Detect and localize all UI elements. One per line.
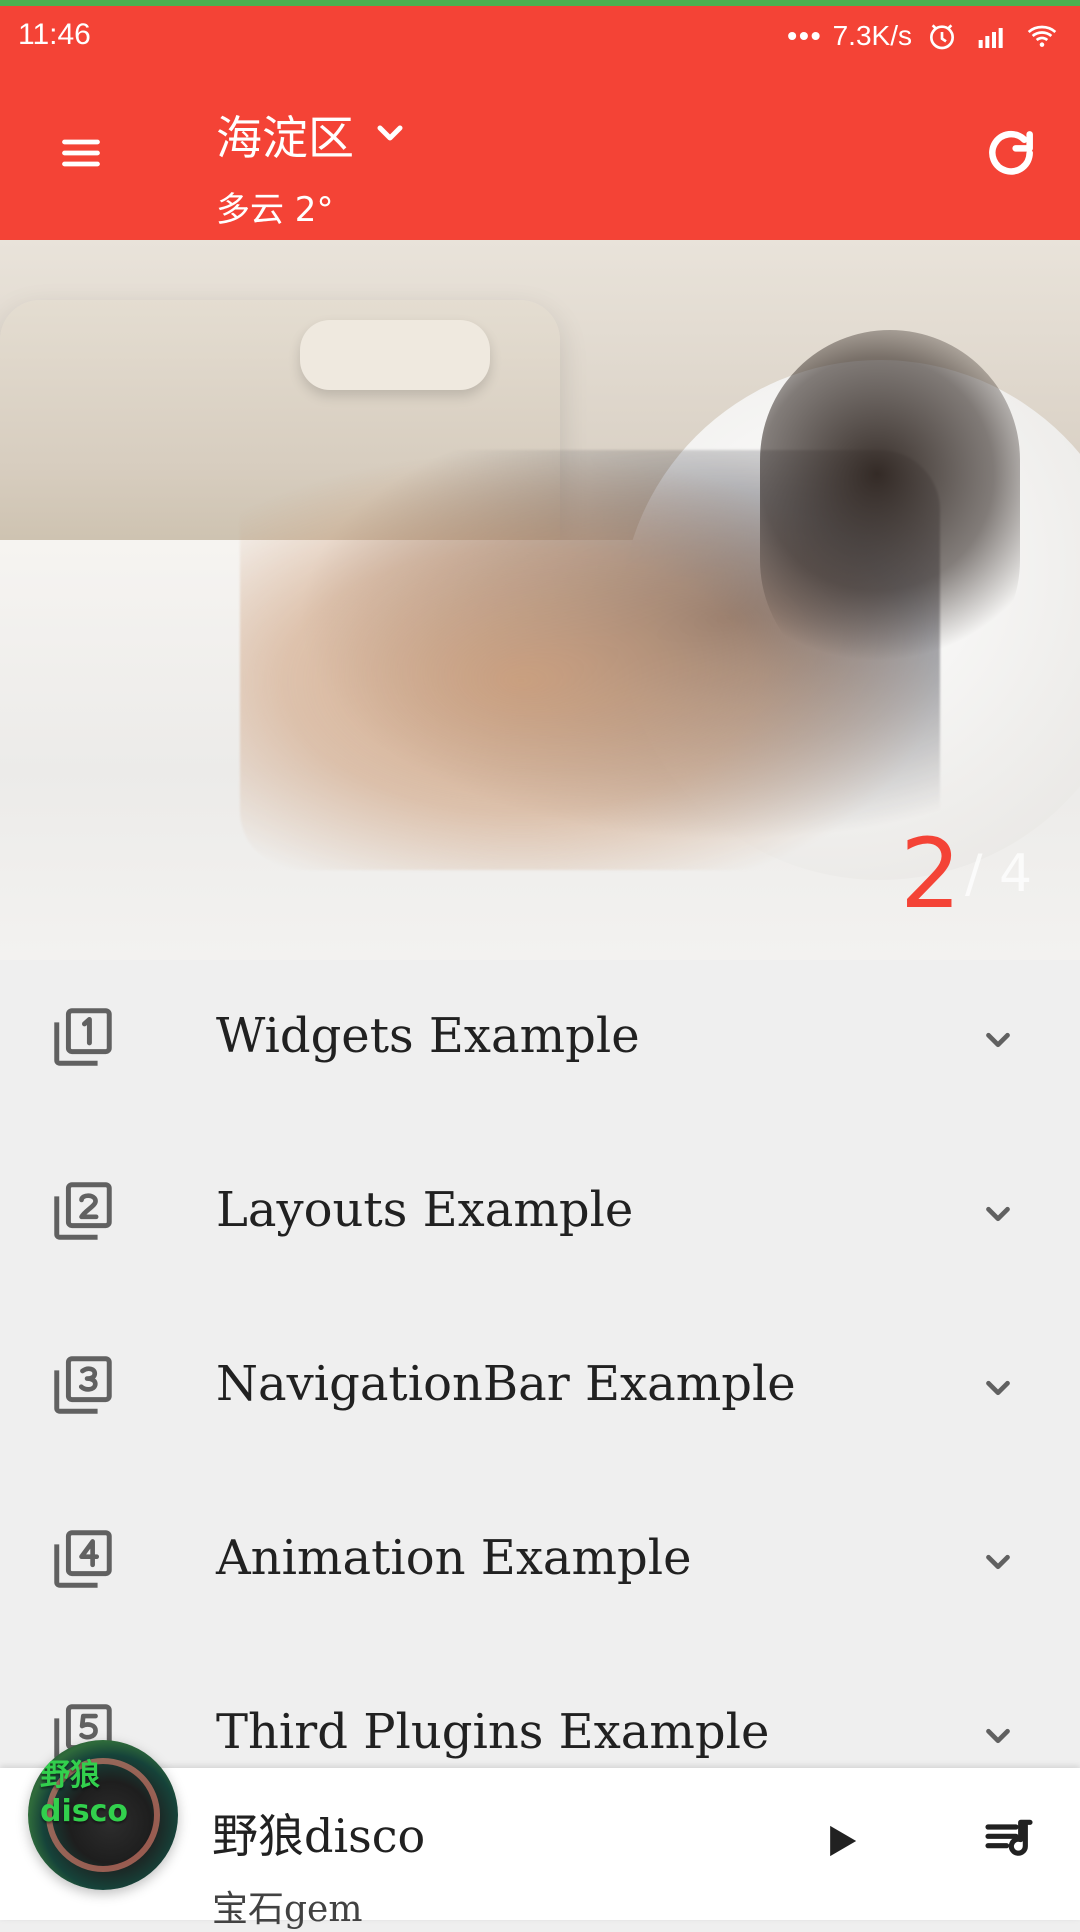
list-item-navigationbar[interactable]: NavigationBar Example bbox=[0, 1308, 1080, 1482]
list-item-layouts[interactable]: Layouts Example bbox=[0, 1134, 1080, 1308]
chevron-down-icon[interactable] bbox=[978, 1368, 1018, 1408]
play-button[interactable] bbox=[810, 1812, 872, 1874]
list-item-widgets[interactable]: Widgets Example bbox=[0, 960, 1080, 1134]
album-art-text: 野狼disco bbox=[40, 1758, 129, 1829]
song-info[interactable]: 野狼disco 宝石gem bbox=[212, 1800, 425, 1932]
menu-icon bbox=[53, 131, 109, 179]
list-item-label: Widgets Example bbox=[216, 1008, 640, 1064]
weather-subtitle: 多云 2° bbox=[216, 190, 334, 230]
status-bar: 11:46 ••• 7.3K/s bbox=[0, 6, 1080, 70]
signal-icon bbox=[972, 16, 1012, 56]
network-speed: 7.3K/s bbox=[832, 20, 912, 51]
filter-2-icon bbox=[48, 1176, 118, 1246]
banner-photo-hair bbox=[760, 330, 1020, 690]
chevron-down-icon[interactable] bbox=[978, 1542, 1018, 1582]
app-bar: 海淀区 多云 2° bbox=[0, 70, 1080, 240]
alarm-icon bbox=[922, 16, 962, 56]
list-item-label: Layouts Example bbox=[216, 1182, 634, 1238]
filter-4-icon bbox=[48, 1524, 118, 1594]
playlist-button[interactable] bbox=[978, 1812, 1040, 1874]
banner-carousel[interactable]: 2 / 4 bbox=[0, 240, 1080, 960]
chevron-down-icon[interactable] bbox=[978, 1020, 1018, 1060]
menu-button[interactable] bbox=[46, 120, 116, 190]
refresh-icon bbox=[983, 125, 1039, 185]
carousel-page-total: / 4 bbox=[965, 844, 1033, 904]
list-item-label: Third Plugins Example bbox=[216, 1704, 770, 1760]
play-icon bbox=[815, 1815, 867, 1871]
status-dots: ••• bbox=[787, 20, 823, 51]
chevron-down-icon bbox=[370, 113, 410, 157]
location-label: 海淀区 bbox=[216, 111, 354, 165]
filter-3-icon bbox=[48, 1350, 118, 1420]
chevron-down-icon[interactable] bbox=[978, 1716, 1018, 1756]
status-time: 11:46 bbox=[18, 18, 91, 51]
list-item-label: Animation Example bbox=[216, 1530, 692, 1586]
list-item-label: NavigationBar Example bbox=[216, 1356, 796, 1412]
status-right: ••• 7.3K/s bbox=[787, 16, 1062, 56]
location-title[interactable]: 海淀区 多云 2° bbox=[216, 102, 410, 231]
album-art[interactable]: 野狼disco bbox=[28, 1740, 178, 1890]
top-app-area: 11:46 ••• 7.3K/s 海淀区 多云 2° bbox=[0, 0, 1080, 240]
wifi-icon bbox=[1022, 16, 1062, 56]
list-item-animation[interactable]: Animation Example bbox=[0, 1482, 1080, 1656]
mini-player[interactable]: 野狼disco 野狼disco 宝石gem bbox=[0, 1740, 1080, 1930]
song-artist: 宝石gem bbox=[212, 1889, 363, 1930]
song-title: 野狼disco bbox=[212, 1809, 426, 1863]
filter-1-icon bbox=[48, 1002, 118, 1072]
carousel-current-page: 2 bbox=[900, 818, 962, 930]
chevron-down-icon[interactable] bbox=[978, 1194, 1018, 1234]
title-row[interactable]: 海淀区 bbox=[216, 102, 410, 168]
refresh-button[interactable] bbox=[976, 120, 1046, 190]
playlist-icon bbox=[981, 1813, 1037, 1873]
